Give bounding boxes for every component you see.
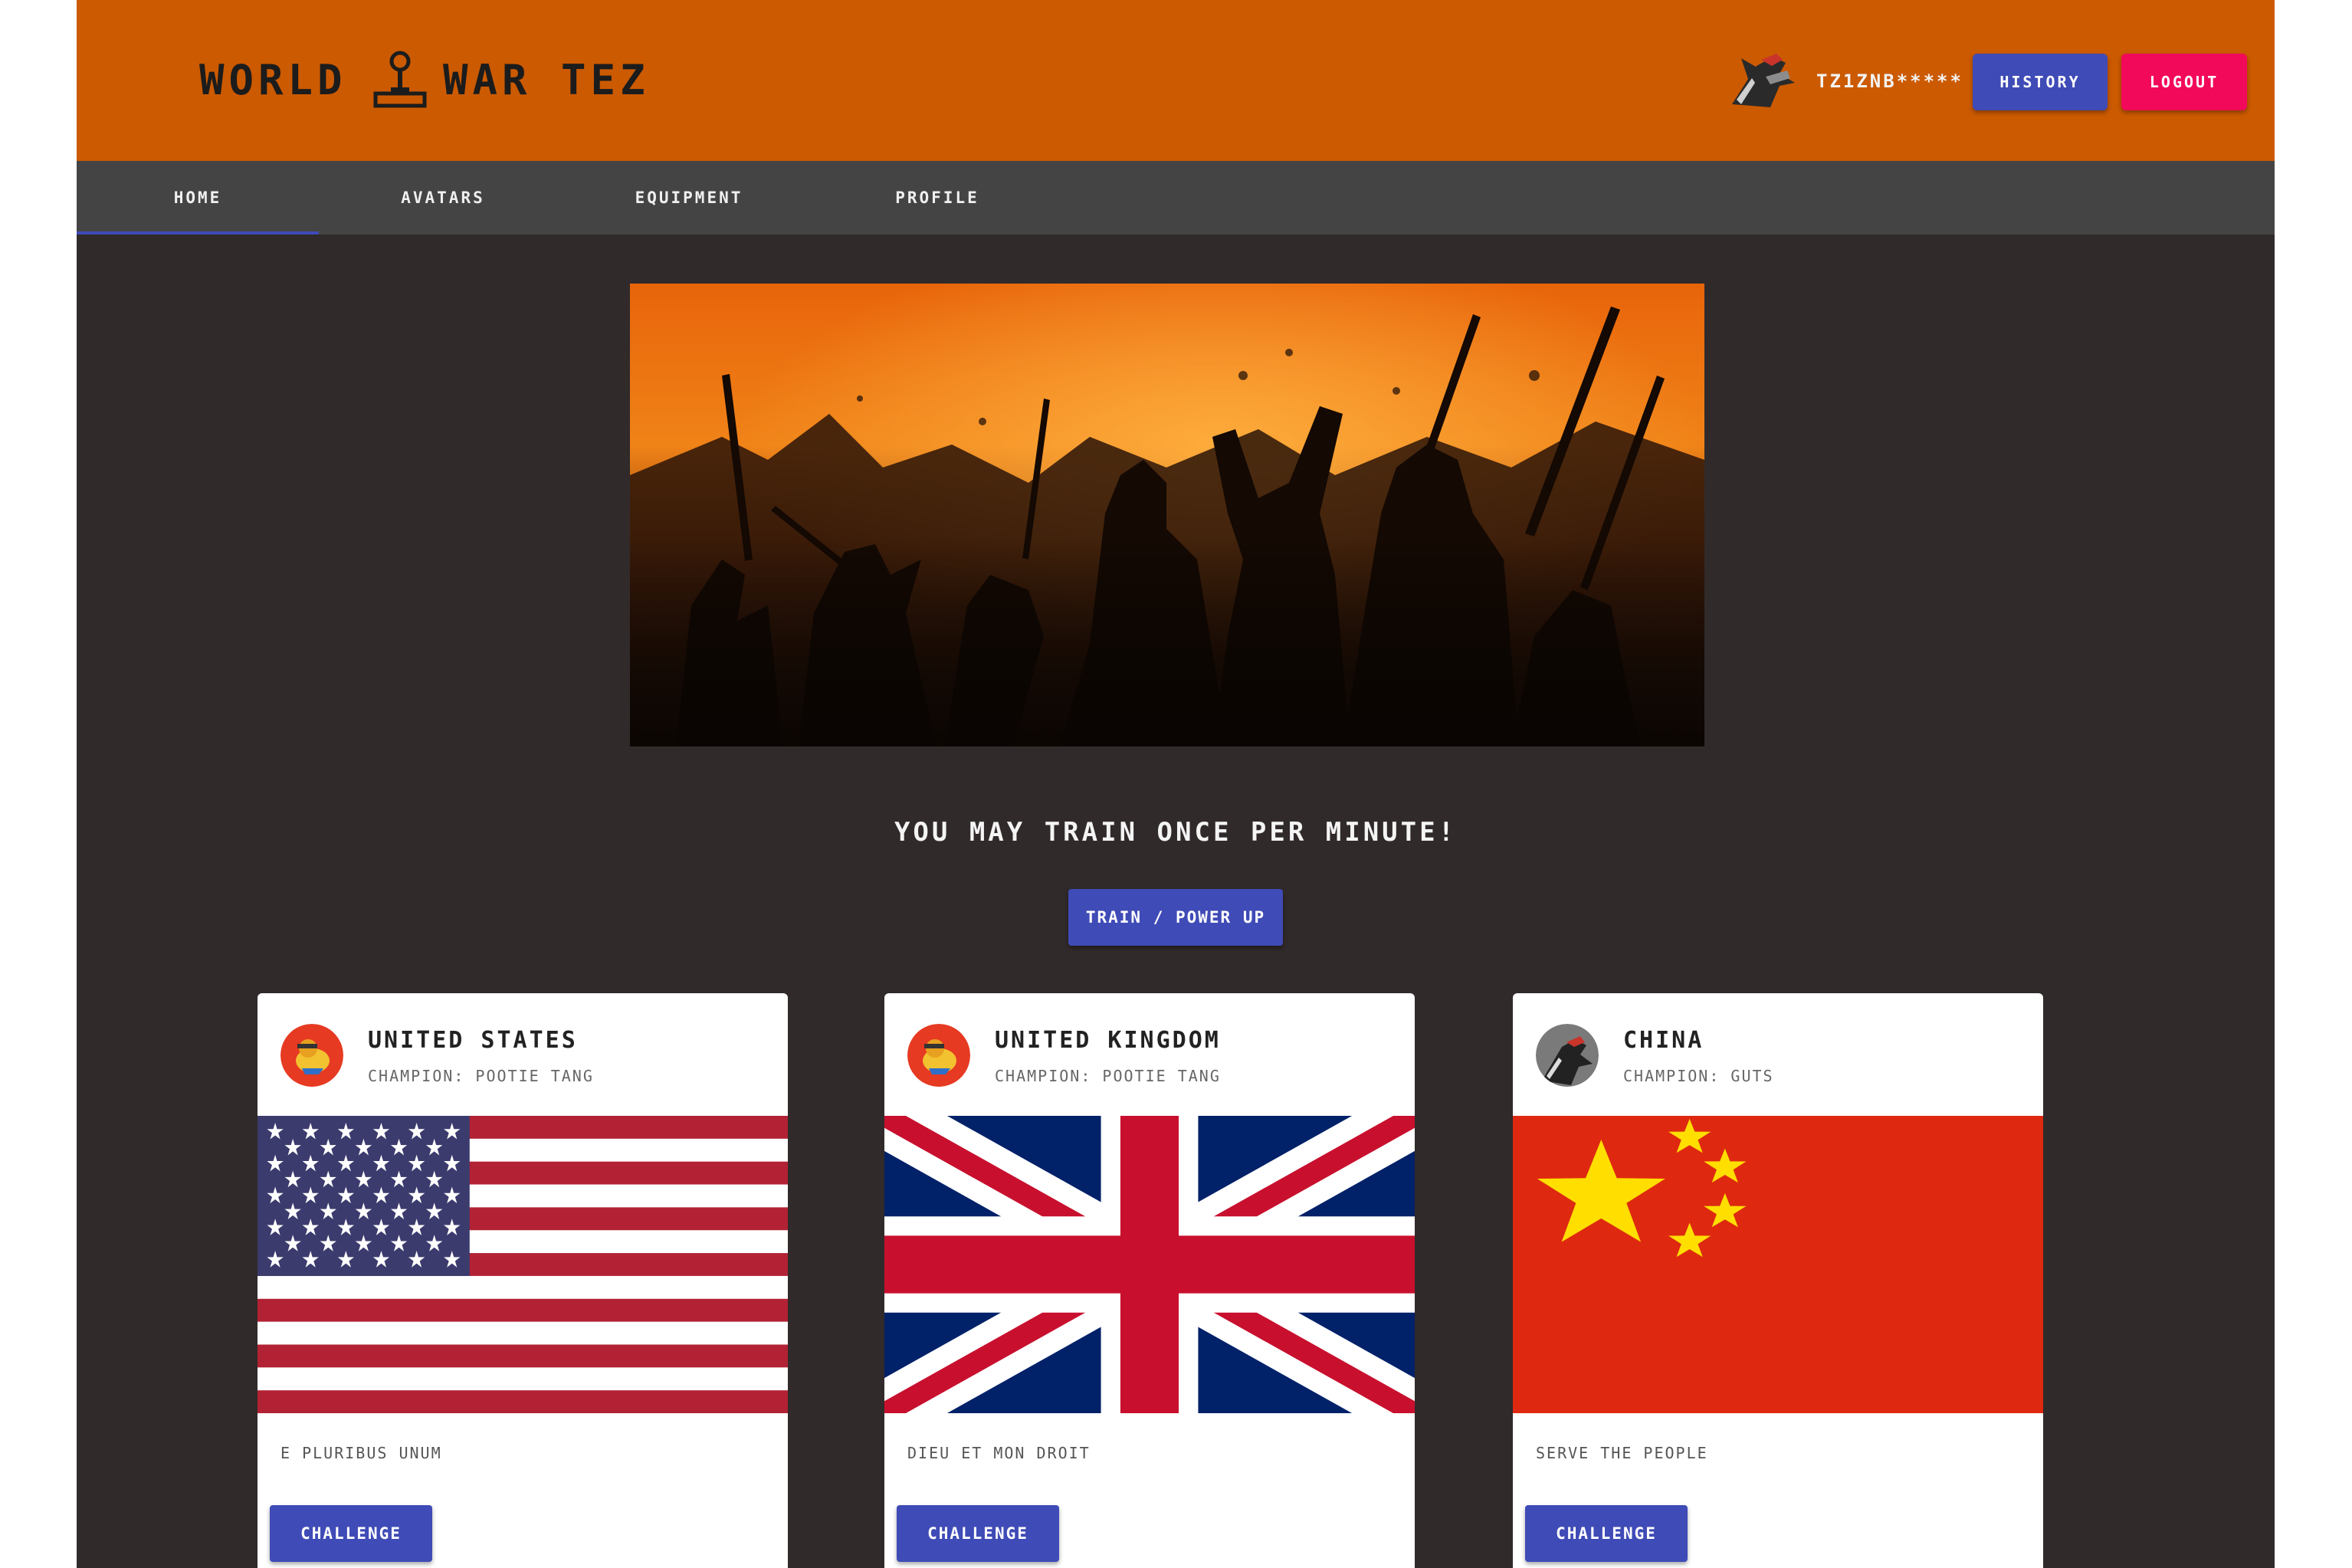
country-name: UNITED KINGDOM — [995, 1027, 1221, 1054]
uk-flag — [884, 1116, 1415, 1413]
app-root: WORLD WAR TEZ TZ1ZNB***** HISTORY LOGOUT… — [77, 0, 2275, 1568]
tab-equipment[interactable]: EQUIPMENT — [567, 161, 811, 235]
history-button[interactable]: HISTORY — [1973, 54, 2108, 110]
guts-avatar — [1536, 1024, 1599, 1087]
tab-profile[interactable]: PROFILE — [811, 161, 1064, 235]
logo-text-world: WORLD — [199, 56, 347, 104]
champion-label: CHAMPION: GUTS — [1623, 1067, 1774, 1085]
joystick-icon — [373, 51, 427, 108]
country-motto: E PLURIBUS UNUM — [280, 1444, 442, 1462]
country-card-united-states: UNITED STATES CHAMPION: POOTIE TANG E PL… — [258, 993, 788, 1568]
user-avatar[interactable] — [1726, 43, 1803, 112]
train-message: YOU MAY TRAIN ONCE PER MINUTE! — [894, 817, 1458, 848]
champion-label: CHAMPION: POOTIE TANG — [995, 1067, 1221, 1085]
pootie-tang-avatar — [907, 1024, 970, 1087]
logout-button[interactable]: LOGOUT — [2121, 54, 2247, 110]
nav-tabs: HOME AVATARS EQUIPMENT PROFILE — [77, 161, 2275, 235]
challenge-button[interactable]: CHALLENGE — [270, 1505, 432, 1562]
hero-battle-image — [630, 284, 1704, 746]
country-name: CHINA — [1623, 1027, 1704, 1054]
logo-text-wartez: WAR TEZ — [443, 56, 650, 104]
us-flag — [258, 1116, 788, 1413]
china-flag — [1513, 1116, 2043, 1413]
country-card-united-kingdom: UNITED KINGDOM CHAMPION: POOTIE TANG DIE… — [884, 993, 1415, 1568]
tab-home[interactable]: HOME — [77, 161, 319, 235]
header-bar: WORLD WAR TEZ TZ1ZNB***** HISTORY LOGOUT — [77, 0, 2275, 161]
train-power-up-button[interactable]: TRAIN / POWER UP — [1068, 889, 1283, 946]
username-label: TZ1ZNB***** — [1816, 71, 1963, 92]
champion-label: CHAMPION: POOTIE TANG — [368, 1067, 594, 1085]
tab-avatars[interactable]: AVATARS — [319, 161, 567, 235]
country-card-china: CHINA CHAMPION: GUTS SERVE THE PEOPLE CH… — [1513, 993, 2043, 1568]
pootie-tang-avatar — [280, 1024, 343, 1087]
challenge-button[interactable]: CHALLENGE — [897, 1505, 1059, 1562]
country-motto: DIEU ET MON DROIT — [907, 1444, 1091, 1462]
challenge-button[interactable]: CHALLENGE — [1525, 1505, 1688, 1562]
country-name: UNITED STATES — [368, 1027, 578, 1054]
country-motto: SERVE THE PEOPLE — [1536, 1444, 1708, 1462]
